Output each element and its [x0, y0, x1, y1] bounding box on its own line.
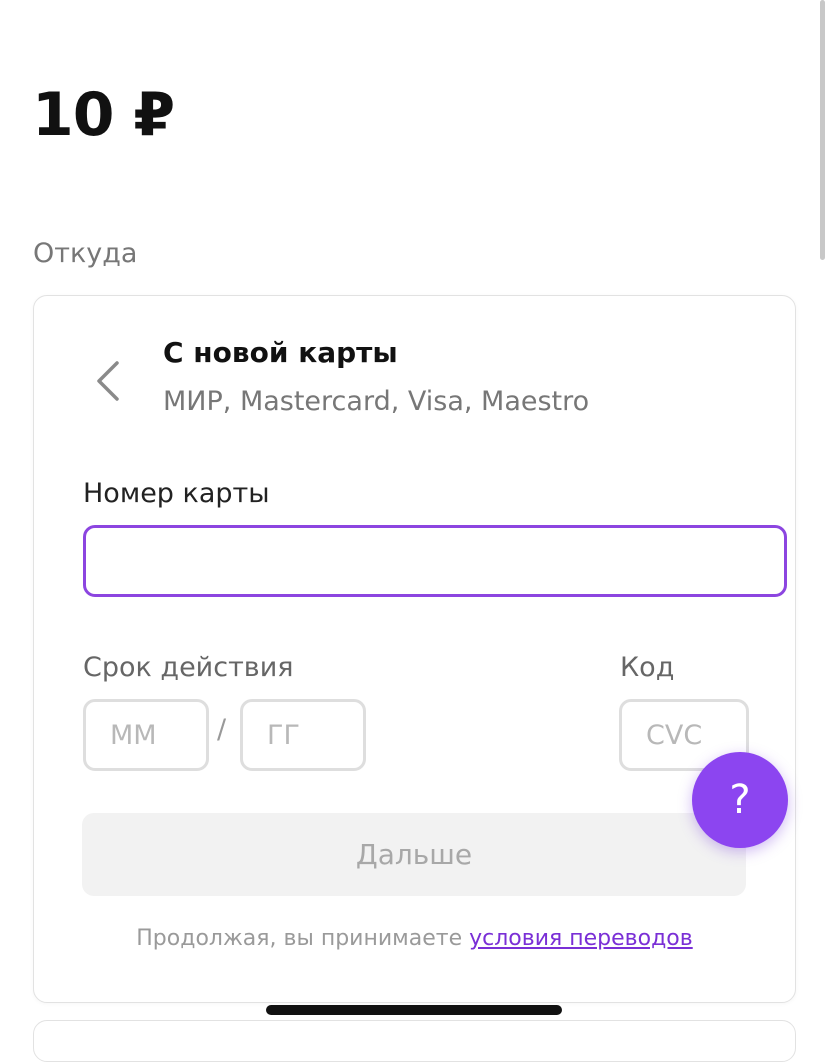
- expiry-label: Срок действия: [83, 652, 294, 683]
- card-source-title: С новой карты: [163, 336, 398, 369]
- transfer-amount: 10 ₽: [32, 80, 175, 150]
- scrollbar[interactable]: [820, 0, 825, 260]
- card-number-input[interactable]: [83, 525, 787, 597]
- expiry-year-input[interactable]: [240, 699, 366, 771]
- expiry-month-input[interactable]: [83, 699, 209, 771]
- cvc-label: Код: [620, 652, 675, 683]
- help-question-icon: ?: [729, 777, 751, 823]
- card-number-label: Номер карты: [83, 478, 270, 509]
- next-section-card: [33, 1020, 796, 1062]
- expiry-separator: /: [217, 714, 227, 745]
- help-button[interactable]: ?: [692, 752, 788, 848]
- chevron-left-icon: [97, 361, 119, 401]
- from-label: Откуда: [33, 238, 138, 269]
- terms-link[interactable]: условия переводов: [469, 926, 693, 951]
- card-source-subtitle: МИР, Mastercard, Visa, Maestro: [163, 386, 590, 417]
- home-indicator: [266, 1005, 562, 1015]
- next-button[interactable]: Дальше: [82, 813, 746, 896]
- new-card-form: С новой карты МИР, Mastercard, Visa, Mae…: [33, 295, 796, 1003]
- back-button[interactable]: [86, 354, 130, 408]
- terms-text: Продолжая, вы принимаете: [136, 926, 463, 951]
- terms-note: Продолжая, вы принимаете условия перевод…: [34, 926, 795, 951]
